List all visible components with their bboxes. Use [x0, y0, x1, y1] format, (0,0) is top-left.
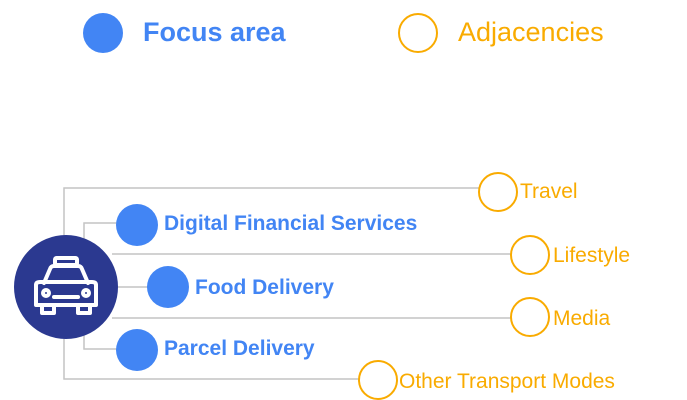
adjacent-dot-travel: [478, 172, 518, 212]
adjacent-label-media: Media: [553, 307, 611, 330]
focus-label-food-delivery: Food Delivery: [195, 276, 334, 299]
adjacent-label-other-transport: Other Transport Modes: [399, 370, 615, 393]
adjacent-dot-media: [510, 297, 550, 337]
hub-circle: [14, 235, 118, 339]
adjacent-label-lifestyle: Lifestyle: [553, 244, 631, 267]
focus-dot-digital-financial: [116, 204, 158, 246]
taxi-icon: [34, 256, 98, 315]
focus-dot-parcel-delivery: [116, 329, 158, 371]
focus-label-digital-financial: Digital Financial Services: [164, 212, 418, 235]
focus-dot-food-delivery: [147, 266, 189, 308]
adjacent-dot-other-transport: [358, 360, 398, 400]
focus-label-parcel-delivery: Parcel Delivery: [164, 337, 315, 360]
adjacent-label-travel: Travel: [520, 180, 578, 203]
adjacent-dot-lifestyle: [510, 235, 550, 275]
